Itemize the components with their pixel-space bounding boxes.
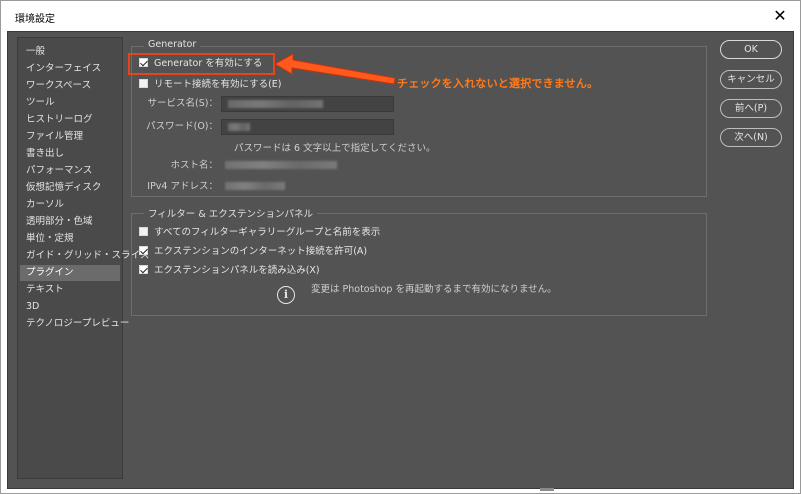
filters-extensions-group-label: フィルター & エクステンションパネル xyxy=(144,206,317,220)
allow-extensions-internet-row[interactable]: エクステンションのインターネット接続を許可(A) xyxy=(139,244,367,260)
show-filter-gallery-checkbox[interactable] xyxy=(139,227,148,236)
resize-notch xyxy=(540,488,554,491)
next-button[interactable]: 次へ(N) xyxy=(720,128,782,147)
load-extension-panels-row[interactable]: エクステンションパネルを読み込み(X) xyxy=(139,263,320,279)
password-hint: パスワードは 6 文字以上で指定してください。 xyxy=(234,143,436,154)
service-name-field[interactable] xyxy=(221,96,394,112)
sidebar-item-workspace[interactable]: ワークスペース xyxy=(20,78,120,94)
preferences-window: 環境設定 ✕ 一般 インターフェイス ワークスペース ツール ヒストリーログ フ… xyxy=(0,0,801,494)
prev-button[interactable]: 前へ(P) xyxy=(720,99,782,118)
cancel-button[interactable]: キャンセル xyxy=(720,70,782,89)
window-title: 環境設定 xyxy=(15,14,55,25)
ipv4-address-value xyxy=(221,179,291,195)
service-name-label: サービス名(S)： xyxy=(147,98,218,109)
sidebar-item-history-log[interactable]: ヒストリーログ xyxy=(20,112,120,128)
allow-extensions-internet-label: エクステンションのインターネット接続を許可(A) xyxy=(154,246,368,257)
load-extension-panels-checkbox[interactable] xyxy=(139,265,148,274)
sidebar-item-technology-previews[interactable]: テクノロジープレビュー xyxy=(20,316,129,332)
ok-button[interactable]: OK xyxy=(720,40,782,59)
sidebar-item-general[interactable]: 一般 xyxy=(20,44,120,60)
redacted-value xyxy=(228,100,323,108)
category-sidebar: 一般 インターフェイス ワークスペース ツール ヒストリーログ ファイル管理 書… xyxy=(17,37,149,479)
generator-group-label: Generator xyxy=(144,39,201,50)
sidebar-item-file-handling[interactable]: ファイル管理 xyxy=(20,129,120,145)
remote-connection-checkbox[interactable] xyxy=(139,79,148,88)
generator-highlight-box xyxy=(128,53,275,75)
sidebar-item-export[interactable]: 書き出し xyxy=(20,146,120,162)
sidebar-item-transparency-gamut[interactable]: 透明部分・色域 xyxy=(20,214,120,230)
host-name-label: ホスト名： xyxy=(170,160,218,171)
sidebar-item-3d[interactable]: 3D xyxy=(20,299,120,315)
redacted-value xyxy=(228,123,250,131)
sidebar-item-scratch-disks[interactable]: 仮想記憶ディスク xyxy=(20,180,120,196)
sidebar-item-performance[interactable]: パフォーマンス xyxy=(20,163,120,179)
show-filter-gallery-row[interactable]: すべてのフィルターギャラリーグループと名前を表示 xyxy=(139,225,380,241)
sidebar-item-tools[interactable]: ツール xyxy=(20,95,120,111)
redacted-value xyxy=(225,182,285,190)
sidebar-item-guides-grid-slices[interactable]: ガイド・グリッド・スライス xyxy=(20,248,149,264)
remote-connection-label: リモート接続を有効にする(E) xyxy=(154,79,282,90)
info-icon: i xyxy=(277,286,295,304)
allow-extensions-internet-checkbox[interactable] xyxy=(139,246,148,255)
dialog-body: 一般 インターフェイス ワークスペース ツール ヒストリーログ ファイル管理 書… xyxy=(7,31,794,491)
close-icon[interactable]: ✕ xyxy=(770,6,790,26)
restart-note: 変更は Photoshop を再起動するまで有効になりません。 xyxy=(311,284,557,295)
annotation-text: チェックを入れないと選択できません。 xyxy=(397,77,599,90)
password-field[interactable] xyxy=(221,119,394,135)
sidebar-item-interface[interactable]: インターフェイス xyxy=(20,61,120,77)
ipv4-address-label: IPv4 アドレス： xyxy=(147,181,218,192)
show-filter-gallery-label: すべてのフィルターギャラリーグループと名前を表示 xyxy=(154,227,381,238)
sidebar-item-cursors[interactable]: カーソル xyxy=(20,197,120,213)
title-bar: 環境設定 ✕ xyxy=(1,1,800,31)
sidebar-item-plugins[interactable]: プラグイン xyxy=(20,265,120,281)
redacted-value xyxy=(225,161,337,169)
host-name-value xyxy=(221,158,341,174)
sidebar-item-type[interactable]: テキスト xyxy=(20,282,120,298)
load-extension-panels-label: エクステンションパネルを読み込み(X) xyxy=(154,265,320,276)
password-label: パスワード(O)： xyxy=(146,121,218,132)
remote-connection-row[interactable]: リモート接続を有効にする(E) xyxy=(139,77,282,93)
annotation-arrow-icon xyxy=(273,53,396,85)
sidebar-item-units-rulers[interactable]: 単位・定規 xyxy=(20,231,120,247)
